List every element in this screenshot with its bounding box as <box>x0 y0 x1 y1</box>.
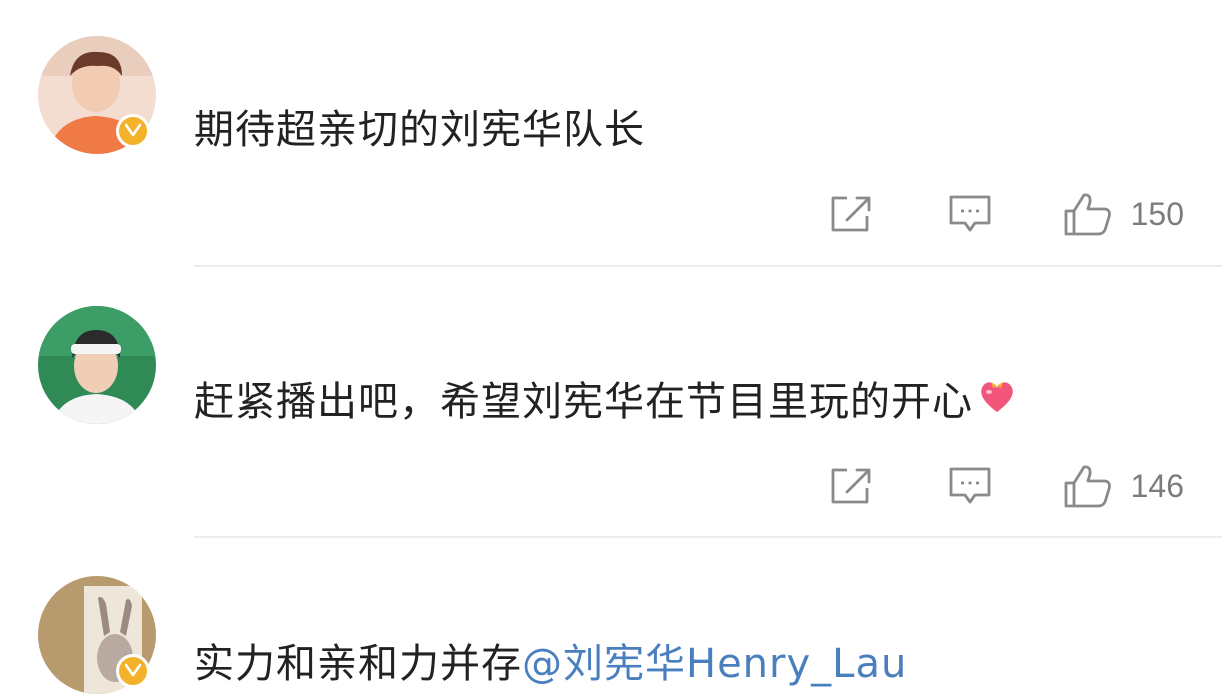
comment-text: 实力和亲和力并存@刘宪华Henry_Lau <box>194 640 907 688</box>
comment-item-3: 实力和亲和力并存@刘宪华Henry_Lau <box>0 0 1222 694</box>
comment-text-content: 实力和亲和力并存 <box>194 641 522 687</box>
user-mention-link[interactable]: @刘宪华Henry_Lau <box>522 641 907 687</box>
verified-badge-icon <box>116 654 150 688</box>
